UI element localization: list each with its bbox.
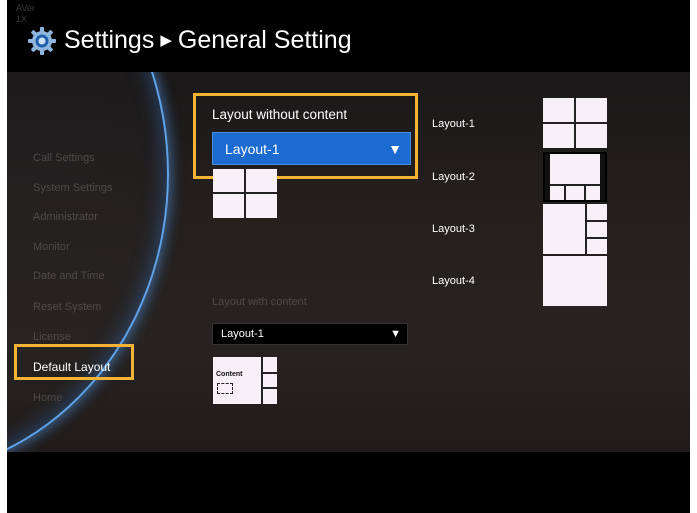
title-section: Settings	[64, 26, 155, 54]
page-title: Settings ▶ General Setting	[64, 23, 352, 58]
content-placeholder-box	[217, 383, 233, 394]
sidebar-item-home[interactable]: Home	[33, 392, 62, 404]
brand-line-1: AVer	[16, 3, 35, 13]
gear-icon	[28, 27, 56, 55]
layout-without-content-select[interactable]: Layout-1 ▼	[212, 132, 411, 165]
brand-line-2: 1X	[16, 14, 28, 24]
layout-with-content-select[interactable]: Layout-1 ▼	[212, 323, 408, 345]
layout-without-content-value: Layout-1	[225, 140, 280, 157]
background-glow-arc	[7, 72, 169, 452]
layout-with-content-label: Layout with content	[212, 296, 307, 308]
layout-option-2[interactable]	[543, 152, 607, 202]
sidebar-item-administrator[interactable]: Administrator	[33, 211, 98, 223]
layout-without-content-label: Layout without content	[212, 107, 348, 122]
brand-watermark: AVer 1X	[16, 3, 35, 25]
layout-option-1[interactable]	[543, 98, 607, 148]
layout-option-1-label: Layout-1	[432, 118, 475, 130]
triangle-down-icon: ▼	[390, 328, 401, 340]
layout-with-content-preview: Content	[213, 357, 277, 404]
sidebar-item-reset-system[interactable]: Reset System	[33, 301, 101, 313]
layout-option-4[interactable]	[543, 256, 607, 306]
layout-option-3-label: Layout-3	[432, 223, 475, 235]
title-page: General Setting	[177, 26, 352, 54]
breadcrumb-arrow-icon: ▶	[160, 32, 172, 49]
content-preview-text: Content	[216, 371, 243, 378]
layout-option-4-label: Layout-4	[432, 275, 475, 287]
layout-with-content-value: Layout-1	[221, 328, 264, 340]
sidebar-item-call-settings[interactable]: Call Settings	[33, 152, 95, 164]
layout-without-content-preview	[213, 168, 277, 218]
settings-screen: AVer 1X Settings ▶ General Setting Call …	[7, 0, 690, 513]
header-bar: AVer 1X Settings ▶ General Setting	[7, 0, 690, 72]
triangle-down-icon: ▼	[388, 140, 402, 157]
layout-option-3[interactable]	[543, 204, 607, 254]
sidebar-item-date-and-time[interactable]: Date and Time	[33, 270, 105, 282]
layout-option-2-label: Layout-2	[432, 171, 475, 183]
sidebar-item-monitor[interactable]: Monitor	[33, 241, 70, 253]
sidebar-item-default-layout[interactable]: Default Layout	[33, 360, 110, 374]
sidebar-item-system-settings[interactable]: System Settings	[33, 182, 112, 194]
footer-bar	[7, 452, 690, 513]
sidebar-item-license[interactable]: License	[33, 331, 71, 343]
